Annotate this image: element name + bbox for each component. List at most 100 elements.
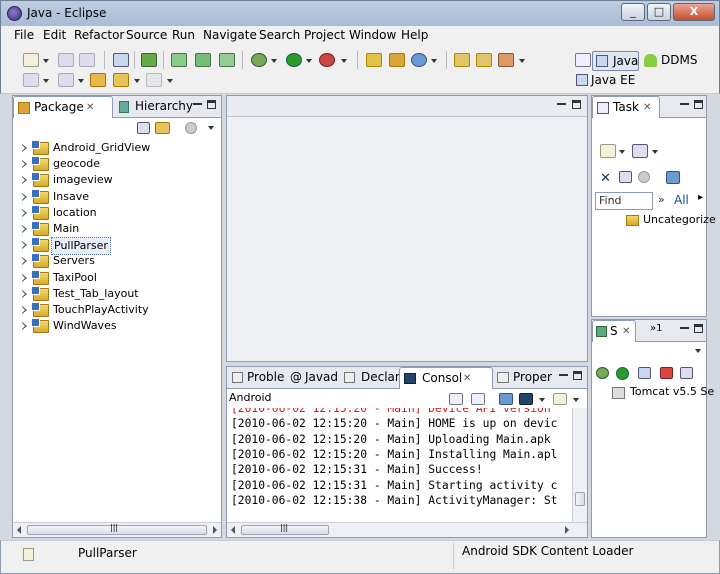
scroll-right-icon[interactable] (565, 526, 569, 534)
minimize-view-icon[interactable] (193, 100, 202, 105)
tab-problems[interactable]: Proble (229, 367, 285, 389)
tree-item-project[interactable]: geocode (13, 156, 221, 172)
expand-arrow-icon[interactable] (22, 208, 27, 217)
maximize-view-icon[interactable] (694, 324, 703, 333)
collapse-icon[interactable] (619, 171, 632, 183)
expand-arrow-icon[interactable] (22, 273, 27, 282)
last-edit-icon[interactable] (90, 73, 106, 87)
expand-arrow-icon[interactable] (22, 225, 27, 233)
scroll-thumb[interactable]: ||| (27, 523, 207, 535)
tab-hierarchy[interactable]: Hierarchy (117, 96, 193, 118)
scroll-left-icon[interactable] (17, 526, 21, 534)
start-server-icon[interactable] (616, 367, 629, 380)
debug-dropdown-icon[interactable] (271, 59, 277, 63)
next-annotation-icon[interactable] (23, 73, 39, 87)
minimize-button[interactable]: _ (621, 3, 645, 21)
tree-item-project[interactable]: Servers (13, 253, 221, 269)
tree-item-project[interactable]: location (13, 204, 221, 221)
close-icon[interactable]: ✕ (86, 97, 94, 118)
stop-server-icon[interactable] (660, 367, 673, 379)
debug-server-icon[interactable] (596, 367, 609, 379)
close-icon[interactable]: ✕ (643, 97, 651, 118)
collapse-all-icon[interactable] (137, 122, 150, 134)
tree-item-project[interactable]: Main (13, 221, 221, 237)
expand-arrow-icon[interactable] (22, 257, 27, 266)
menu-refactor[interactable]: Refactor (74, 28, 124, 42)
android-icon[interactable] (644, 54, 657, 67)
prev-annotation-icon[interactable] (58, 73, 74, 87)
pin-console-icon[interactable] (499, 393, 513, 405)
close-button[interactable]: X (673, 3, 715, 21)
maximize-view-icon[interactable] (573, 371, 582, 380)
menu-search[interactable]: Search (259, 28, 300, 42)
tree-item-project[interactable]: TouchPlayActivity (13, 302, 221, 318)
expand-arrow-icon[interactable] (22, 176, 27, 185)
external-tools-icon[interactable] (319, 53, 335, 67)
minimize-view-icon[interactable] (559, 371, 568, 376)
tab-properties[interactable]: Proper (495, 367, 555, 389)
new-task-icon[interactable] (600, 144, 616, 158)
android-avd-icon[interactable] (195, 53, 211, 67)
menu-navigate[interactable]: Navigate (203, 28, 257, 42)
menu-run[interactable]: Run (172, 28, 195, 42)
new-package-icon[interactable] (389, 53, 405, 67)
tree-item-project[interactable]: PullParser (13, 237, 221, 256)
maximize-view-icon[interactable] (207, 100, 216, 109)
view-menu-icon[interactable] (185, 122, 197, 134)
maximize-button[interactable]: □ (647, 3, 671, 21)
open-console-dropdown-icon[interactable] (573, 398, 579, 402)
task-all-link[interactable]: All (674, 193, 689, 207)
focus-icon[interactable] (638, 171, 650, 183)
tree-item-project[interactable]: WindWaves (13, 318, 221, 334)
expand-arrow-icon[interactable] (22, 144, 27, 152)
perspective-java-ee-label[interactable]: Java EE (591, 73, 635, 87)
maximize-view-icon[interactable] (694, 100, 703, 109)
menu-window[interactable]: Window (349, 28, 396, 42)
clear-console-icon[interactable] (449, 393, 463, 405)
tree-horizontal-scrollbar[interactable]: ||| (13, 522, 221, 537)
expand-arrow-icon[interactable] (22, 322, 27, 331)
more-views-badge[interactable]: »1 (650, 323, 662, 334)
tree-item-project[interactable]: TaxiPool (13, 269, 221, 286)
task-find-input[interactable]: Find (595, 192, 653, 210)
console-output[interactable]: [2010-06-02 12:15:20 - Main] Device API … (227, 408, 572, 522)
forward-dropdown-icon[interactable] (167, 79, 173, 83)
console-vertical-scrollbar[interactable] (572, 408, 587, 522)
scroll-right-icon[interactable] (213, 526, 217, 534)
console-horizontal-scrollbar[interactable]: ||| (227, 522, 587, 537)
tab-console[interactable]: Consol ✕ (399, 367, 493, 389)
tab-package-explorer[interactable]: Package ✕ (13, 96, 113, 118)
perspective-java-button[interactable]: Java (592, 51, 639, 71)
download-icon[interactable] (141, 53, 157, 67)
search-icon[interactable] (498, 53, 514, 67)
open-perspective-icon[interactable] (575, 53, 591, 67)
menu-edit[interactable]: Edit (43, 28, 66, 42)
open-folder-icon[interactable] (454, 53, 470, 67)
task-find-arrow-icon[interactable]: » (658, 193, 665, 206)
categorize-icon[interactable] (632, 144, 648, 158)
debug-icon[interactable] (251, 53, 267, 67)
display-console-dropdown-icon[interactable] (539, 398, 545, 402)
new-task-dropdown-icon[interactable] (619, 150, 625, 154)
fast-view-icon[interactable] (23, 548, 34, 561)
editor-maximize-icon[interactable] (572, 100, 581, 109)
link-with-editor-icon[interactable] (155, 122, 170, 134)
menu-help[interactable]: Help (401, 28, 428, 42)
expand-arrow-icon[interactable] (22, 306, 27, 314)
task-category-label[interactable]: Uncategorize (643, 213, 716, 226)
open-console-icon[interactable] (553, 393, 567, 405)
tab-declaration[interactable]: Declar (341, 367, 400, 389)
print-icon[interactable] (79, 53, 95, 67)
expand-arrow-icon[interactable] (22, 241, 27, 250)
new-java-project-icon[interactable] (366, 53, 382, 67)
forward-arrow-icon[interactable] (146, 73, 162, 87)
menu-source[interactable]: Source (126, 28, 167, 42)
categorize-dropdown-icon[interactable] (652, 150, 658, 154)
run-dropdown-icon[interactable] (306, 59, 312, 63)
prev-annotation-dropdown-icon[interactable] (78, 79, 84, 83)
open-resource-icon[interactable] (476, 53, 492, 67)
menu-file[interactable]: File (14, 28, 34, 42)
console-scroll-thumb[interactable] (575, 492, 585, 506)
minimize-view-icon[interactable] (680, 324, 689, 329)
run-icon[interactable] (286, 53, 302, 67)
